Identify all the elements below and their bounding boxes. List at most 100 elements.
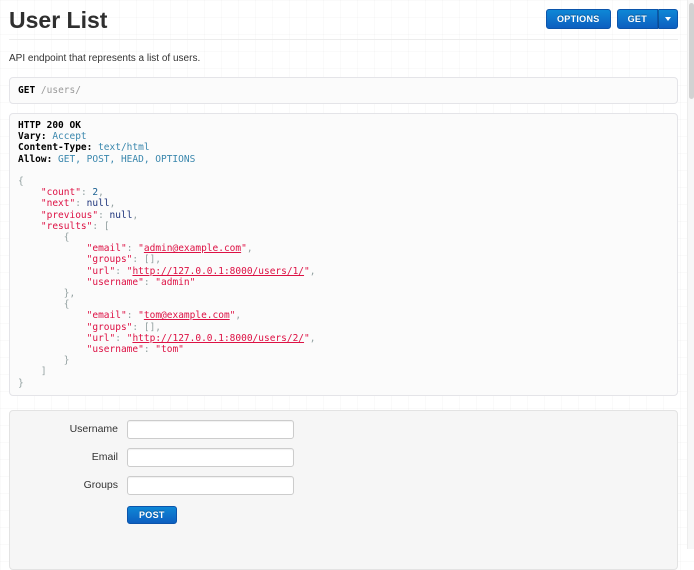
request-path: /users/	[35, 85, 81, 96]
code-token: ,	[235, 310, 241, 321]
request-path-text: /users/	[41, 85, 81, 96]
code-token	[18, 310, 87, 321]
code-token: text/html	[92, 142, 149, 153]
get-dropdown-toggle[interactable]	[658, 9, 678, 29]
response-body: HTTP 200 OK Vary: Accept Content-Type: t…	[18, 120, 669, 389]
code-token: {	[64, 299, 70, 310]
username-label: Username	[10, 423, 118, 435]
code-token: null	[110, 210, 133, 221]
code-token: "email"	[87, 243, 127, 254]
code-token	[18, 187, 41, 198]
create-user-form: Username Email Groups POST	[9, 410, 678, 570]
code-token	[18, 210, 41, 221]
code-token: "groups"	[87, 322, 133, 333]
code-token: "username"	[87, 344, 144, 355]
code-token: : [],	[132, 322, 161, 333]
code-token	[18, 333, 87, 344]
code-token	[18, 254, 87, 265]
code-token: "previous"	[41, 210, 98, 221]
code-token: :	[115, 266, 126, 277]
code-token	[18, 322, 87, 333]
code-token: :	[127, 243, 138, 254]
code-token	[18, 344, 87, 355]
code-token: Vary:	[18, 131, 47, 142]
code-token: "results"	[41, 221, 92, 232]
endpoint-description: API endpoint that represents a list of u…	[9, 53, 678, 64]
code-token: Accept	[47, 131, 87, 142]
code-token: Allow:	[18, 154, 52, 165]
request-method: GET	[18, 85, 35, 96]
response-link[interactable]: tom@example.com	[144, 310, 230, 321]
code-token: :	[144, 344, 155, 355]
code-token: null	[87, 198, 110, 209]
code-token	[18, 288, 64, 299]
code-token: ]	[41, 366, 47, 377]
code-token: :	[75, 198, 86, 209]
response-link[interactable]: admin@example.com	[144, 243, 241, 254]
code-token: "groups"	[87, 254, 133, 265]
header-actions: OPTIONS GET	[546, 8, 678, 29]
code-token	[18, 232, 64, 243]
code-token: :	[115, 333, 126, 344]
code-token: "url"	[87, 333, 116, 344]
code-token	[18, 221, 41, 232]
email-input[interactable]	[127, 448, 294, 467]
code-token	[18, 277, 87, 288]
code-token: }	[18, 378, 24, 389]
get-button[interactable]: GET	[617, 9, 658, 29]
code-token: "tom"	[155, 344, 184, 355]
code-token: ,	[247, 243, 253, 254]
caret-down-icon	[665, 17, 671, 21]
get-split-button: GET	[617, 9, 678, 29]
code-token: ,	[132, 210, 138, 221]
code-token: :	[81, 187, 92, 198]
code-token: :	[127, 310, 138, 321]
code-token	[18, 366, 41, 377]
request-bar: GET /users/	[9, 77, 678, 104]
code-token: : [	[92, 221, 109, 232]
code-token: ,	[98, 187, 104, 198]
username-input[interactable]	[127, 420, 294, 439]
groups-label: Groups	[10, 479, 118, 491]
code-token: }	[64, 355, 70, 366]
code-token	[18, 243, 87, 254]
scrollbar-thumb[interactable]	[689, 3, 694, 99]
page-title: User List	[9, 8, 107, 32]
code-token: Content-Type:	[18, 142, 92, 153]
options-button[interactable]: OPTIONS	[546, 9, 611, 29]
scrollbar-track[interactable]	[687, 0, 694, 549]
code-token	[18, 198, 41, 209]
form-row-username: Username	[10, 420, 677, 439]
page: User List OPTIONS GET API endpoint that …	[0, 0, 687, 570]
form-row-groups: Groups	[10, 476, 677, 495]
code-token: ,	[110, 198, 116, 209]
code-token: :	[144, 277, 155, 288]
code-token: {	[18, 176, 24, 187]
code-token: },	[64, 288, 75, 299]
response-panel: HTTP 200 OK Vary: Accept Content-Type: t…	[9, 113, 678, 396]
code-token: {	[64, 232, 70, 243]
code-token: ,	[310, 333, 316, 344]
code-token: GET, POST, HEAD, OPTIONS	[52, 154, 195, 165]
form-row-email: Email	[10, 448, 677, 467]
code-token	[18, 299, 64, 310]
code-token	[18, 355, 64, 366]
submit-row: POST	[127, 505, 677, 524]
code-token: HTTP 200 OK	[18, 120, 81, 131]
code-token: "admin"	[155, 277, 195, 288]
code-token: "username"	[87, 277, 144, 288]
groups-input[interactable]	[127, 476, 294, 495]
code-token: ,	[310, 266, 316, 277]
response-link[interactable]: http://127.0.0.1:8000/users/1/	[132, 266, 304, 277]
code-token: "url"	[87, 266, 116, 277]
code-token: :	[98, 210, 109, 221]
code-token: "email"	[87, 310, 127, 321]
code-token: : [],	[132, 254, 161, 265]
post-button[interactable]: POST	[127, 506, 177, 524]
response-link[interactable]: http://127.0.0.1:8000/users/2/	[132, 333, 304, 344]
code-token: "next"	[41, 198, 75, 209]
page-header: User List OPTIONS GET	[9, 0, 678, 40]
code-token	[18, 266, 87, 277]
code-token: "count"	[41, 187, 81, 198]
email-label: Email	[10, 451, 118, 463]
